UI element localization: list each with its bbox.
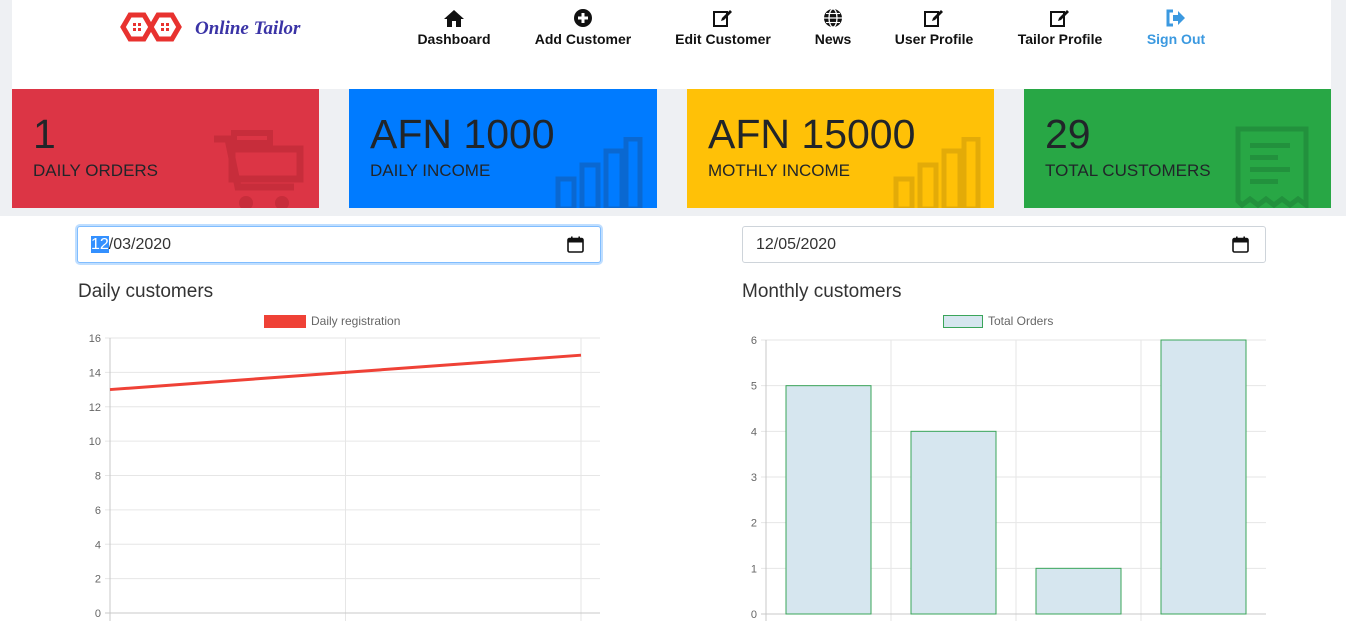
y-tick-label: 6 (751, 335, 757, 347)
monthly-customers-title: Monthly customers (742, 281, 902, 302)
card-monthly-income: AFN 15000 MOTHLY INCOME (687, 89, 994, 208)
y-tick-label: 1 (751, 563, 757, 575)
legend-swatch (943, 315, 983, 329)
nav-dashboard[interactable]: Dashboard (417, 8, 491, 47)
y-tick-label: 0 (751, 609, 757, 621)
y-tick-label: 6 (95, 505, 101, 517)
bar (910, 430, 997, 615)
daily-orders-caption: DAILY ORDERS (33, 161, 159, 180)
y-tick-label: 14 (89, 367, 101, 379)
nav-news-label: News (814, 31, 852, 47)
card-daily-orders: 1 DAILY ORDERS (12, 89, 319, 208)
monthly-chart-legend[interactable]: Total Orders (943, 314, 1054, 329)
y-tick-label: 3 (751, 472, 757, 484)
nav-add-customer-label: Add Customer (534, 31, 632, 47)
bar (1160, 339, 1247, 615)
y-tick-label: 12 (89, 402, 101, 414)
legend-label: Daily registration (311, 314, 401, 328)
y-tick-label: 5 (751, 381, 757, 393)
bar (785, 385, 872, 615)
card-total-customers: 29 TOTAL CUSTOMERS (1024, 89, 1331, 208)
sign-out-icon (1146, 8, 1206, 30)
monthly-date-input[interactable]: 12/05/2020 (742, 226, 1266, 263)
y-tick-label: 2 (95, 574, 101, 586)
card-daily-income: AFN 1000 DAILY INCOME (349, 89, 657, 208)
y-tick-label: 2 (751, 518, 757, 530)
daily-income-caption: DAILY INCOME (370, 161, 491, 180)
daily-date-remainder: /03/2020 (108, 236, 172, 253)
daily-income-value: AFN 1000 (370, 111, 555, 157)
y-tick-label: 10 (89, 436, 101, 448)
daily-customers-title: Daily customers (78, 281, 214, 302)
monthly-income-caption: MOTHLY INCOME (708, 161, 850, 180)
nav-dashboard-label: Dashboard (417, 31, 491, 47)
monthly-customers-chart: 0 1 2 3 4 5 6 (751, 335, 1266, 621)
receipt-icon (1235, 126, 1309, 208)
globe-icon (812, 8, 854, 30)
y-tick-label: 16 (89, 333, 101, 345)
calendar-icon[interactable] (567, 236, 584, 258)
bar-chart-icon (555, 137, 643, 208)
nav-sign-out-label: Sign Out (1146, 31, 1206, 47)
y-tick-label: 8 (95, 471, 101, 483)
total-customers-caption: TOTAL CUSTOMERS (1045, 161, 1211, 180)
y-tick-label: 0 (95, 608, 101, 620)
monthly-date-value: 12/05/2020 (756, 236, 837, 253)
daily-orders-value: 1 (33, 111, 56, 157)
calendar-icon[interactable] (1232, 236, 1249, 258)
monthly-income-value: AFN 15000 (708, 111, 916, 157)
nav-news[interactable]: News (812, 8, 854, 47)
nav-user-profile-label: User Profile (894, 31, 974, 47)
nav-add-customer[interactable]: Add Customer (533, 8, 633, 47)
bar (1035, 567, 1122, 615)
edit-icon (1017, 8, 1103, 30)
daily-date-selected-segment: 12 (91, 236, 109, 253)
nav-user-profile[interactable]: User Profile (894, 8, 974, 47)
nav-tailor-profile-label: Tailor Profile (1017, 31, 1103, 47)
nav-edit-customer[interactable]: Edit Customer (674, 8, 772, 47)
edit-icon (674, 8, 772, 30)
nav-tailor-profile[interactable]: Tailor Profile (1017, 8, 1103, 47)
top-navbar: Online Tailor Dashboard Add Customer Edi… (12, 0, 1331, 89)
logo-icon (120, 12, 182, 42)
daily-chart-legend[interactable]: Daily registration (264, 314, 401, 329)
shopping-cart-icon (214, 130, 304, 208)
brand-name: Online Tailor (195, 18, 301, 39)
plus-circle-icon (533, 8, 633, 30)
y-tick-label: 4 (95, 539, 101, 551)
daily-date-input[interactable]: 12/03/2020 (77, 226, 601, 263)
y-tick-label: 4 (751, 426, 757, 438)
legend-swatch (264, 315, 306, 329)
legend-label: Total Orders (988, 314, 1054, 328)
total-customers-value: 29 (1045, 111, 1091, 157)
edit-icon (894, 8, 974, 30)
brand-logo[interactable]: Online Tailor (116, 8, 316, 48)
nav-edit-customer-label: Edit Customer (675, 31, 771, 47)
nav-sign-out[interactable]: Sign Out (1146, 8, 1206, 47)
home-icon (417, 8, 491, 30)
daily-date-value: 12/03/2020 (91, 236, 171, 254)
daily-customers-chart: 0 2 4 6 8 10 12 14 16 (89, 333, 600, 621)
